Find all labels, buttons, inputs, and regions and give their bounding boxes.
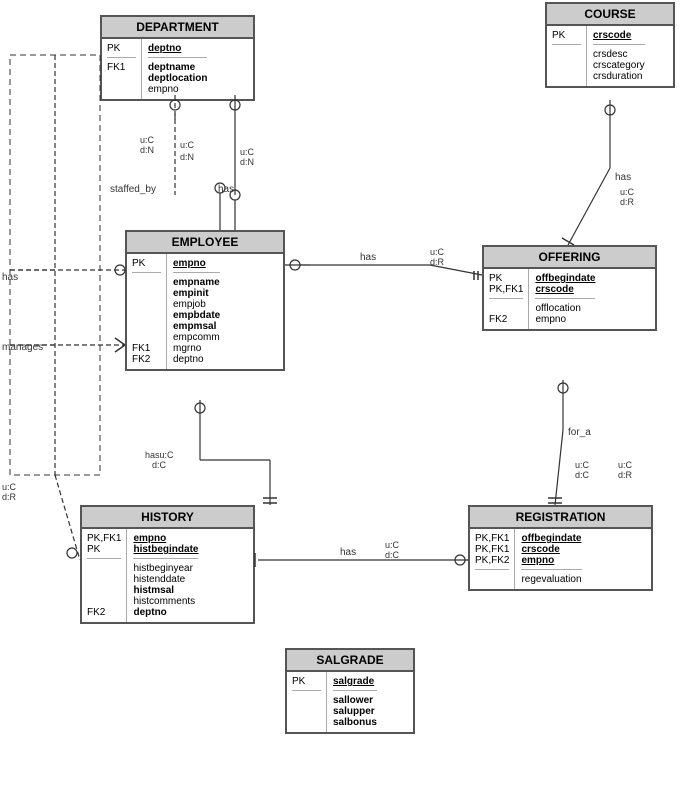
svg-text:u:C: u:C xyxy=(575,460,590,470)
svg-text:has: has xyxy=(615,172,631,183)
svg-text:d:C: d:C xyxy=(385,550,400,560)
svg-text:d:N: d:N xyxy=(180,152,194,162)
entity-course-header: COURSE xyxy=(547,4,673,26)
svg-text:d:R: d:R xyxy=(2,492,17,502)
svg-text:u:C: u:C xyxy=(2,482,17,492)
entity-department: DEPARTMENT PK FK1 deptno deptname deptlo… xyxy=(100,15,255,101)
entity-history-header: HISTORY xyxy=(82,507,253,529)
entity-department-fields: deptno deptname deptlocation empno xyxy=(142,39,213,99)
entity-history-keys: PK,FK1 PK FK2 xyxy=(82,529,127,622)
entity-registration-keys: PK,FK1 PK,FK1 PK,FK2 xyxy=(470,529,515,589)
svg-text:u:C: u:C xyxy=(180,140,195,150)
entity-department-keys: PK FK1 xyxy=(102,39,142,99)
svg-text:u:C: u:C xyxy=(385,540,400,550)
svg-text:manages: manages xyxy=(2,342,43,353)
entity-registration: REGISTRATION PK,FK1 PK,FK1 PK,FK2 offbeg… xyxy=(468,505,653,591)
entity-offering-header: OFFERING xyxy=(484,247,655,269)
erd-diagram: DEPARTMENT PK FK1 deptno deptname deptlo… xyxy=(0,0,690,803)
entity-offering-keys: PK PK,FK1 FK2 xyxy=(484,269,529,329)
entity-course-keys: PK xyxy=(547,26,587,86)
svg-text:u:C: u:C xyxy=(618,460,633,470)
svg-text:has: has xyxy=(2,272,18,283)
svg-text:has: has xyxy=(360,252,376,263)
svg-text:d:C: d:C xyxy=(575,470,590,480)
entity-department-header: DEPARTMENT xyxy=(102,17,253,39)
entity-employee: EMPLOYEE PK FK1 FK2 empno emp xyxy=(125,230,285,371)
entity-offering-fields: offbegindate crscode offlocation empno xyxy=(529,269,601,329)
svg-text:staffed_by: staffed_by xyxy=(110,184,156,195)
entity-history: HISTORY PK,FK1 PK FK2 empno his xyxy=(80,505,255,624)
svg-text:d:R: d:R xyxy=(618,470,633,480)
entity-history-fields: empno histbegindate histbeginyear histen… xyxy=(127,529,204,622)
entity-salgrade-header: SALGRADE xyxy=(287,650,413,672)
svg-text:u:C: u:C xyxy=(620,187,635,197)
entity-employee-fields: empno empname empinit empjob empbdate em… xyxy=(167,254,226,369)
svg-text:has: has xyxy=(218,184,234,195)
entity-employee-header: EMPLOYEE xyxy=(127,232,283,254)
entity-salgrade-fields: salgrade sallower salupper salbonus xyxy=(327,672,383,732)
svg-text:for_a: for_a xyxy=(568,427,591,438)
entity-salgrade: SALGRADE PK salgrade sallower salupper s… xyxy=(285,648,415,734)
svg-text:d:N: d:N xyxy=(240,157,254,167)
svg-text:u:C: u:C xyxy=(140,135,155,145)
entity-registration-header: REGISTRATION xyxy=(470,507,651,529)
svg-text:d:C: d:C xyxy=(152,460,167,470)
svg-text:hasu:C: hasu:C xyxy=(145,450,174,460)
entity-employee-keys: PK FK1 FK2 xyxy=(127,254,167,369)
entity-registration-fields: offbegindate crscode empno regevaluation xyxy=(515,529,587,589)
svg-text:u:C: u:C xyxy=(240,147,255,157)
svg-text:has: has xyxy=(340,547,356,558)
svg-text:d:R: d:R xyxy=(620,197,635,207)
entity-offering: OFFERING PK PK,FK1 FK2 offbegindate crsc… xyxy=(482,245,657,331)
svg-text:d:N: d:N xyxy=(140,145,154,155)
entity-course: COURSE PK crscode crsdesc crscategory cr… xyxy=(545,2,675,88)
svg-text:d:R: d:R xyxy=(430,257,445,267)
entity-salgrade-keys: PK xyxy=(287,672,327,732)
entity-course-fields: crscode crsdesc crscategory crsduration xyxy=(587,26,651,86)
svg-text:u:C: u:C xyxy=(430,247,445,257)
